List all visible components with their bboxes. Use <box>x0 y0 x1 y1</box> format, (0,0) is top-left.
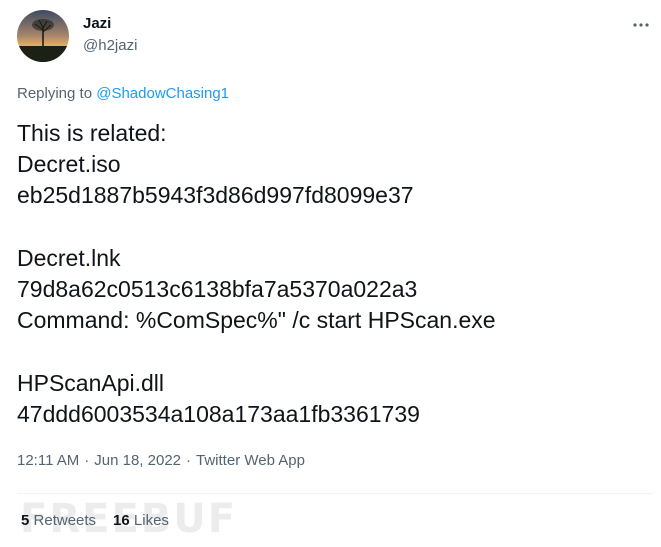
replying-to-label: Replying to <box>17 85 97 102</box>
user-handle[interactable]: @h2jazi <box>83 36 137 56</box>
likes-count: 16 <box>113 512 130 529</box>
likes-stat[interactable]: 16 Likes <box>113 512 169 529</box>
reply-mention-link[interactable]: @ShadowChasing1 <box>96 85 229 102</box>
retweets-label: Retweets <box>33 512 97 529</box>
more-options-button[interactable] <box>626 10 656 40</box>
tweet-card: Jazi @h2jazi Replying to @ShadowChasing1… <box>0 0 661 547</box>
replying-to-line: Replying to @ShadowChasing1 <box>17 84 229 104</box>
tweet-text: This is related: Decret.iso eb25d1887b59… <box>17 120 496 427</box>
engagement-stats: 5 Retweets 16 Likes <box>21 511 169 531</box>
retweets-stat[interactable]: 5 Retweets <box>21 512 96 529</box>
tweet-metadata: 12:11 AM · Jun 18, 2022 · Twitter Web App <box>17 451 305 471</box>
display-name[interactable]: Jazi <box>83 14 111 34</box>
more-dots-icon <box>633 23 649 27</box>
tweet-date[interactable]: Jun 18, 2022 <box>94 452 181 469</box>
tweet-source[interactable]: Twitter Web App <box>196 452 305 469</box>
sunset-landscape-icon <box>17 10 69 62</box>
meta-separator: · <box>84 452 90 469</box>
divider <box>17 493 653 494</box>
tweet-time[interactable]: 12:11 AM <box>17 452 79 469</box>
meta-separator: · <box>186 452 192 469</box>
likes-label: Likes <box>133 512 169 529</box>
retweets-count: 5 <box>21 512 30 529</box>
avatar[interactable] <box>17 10 69 62</box>
